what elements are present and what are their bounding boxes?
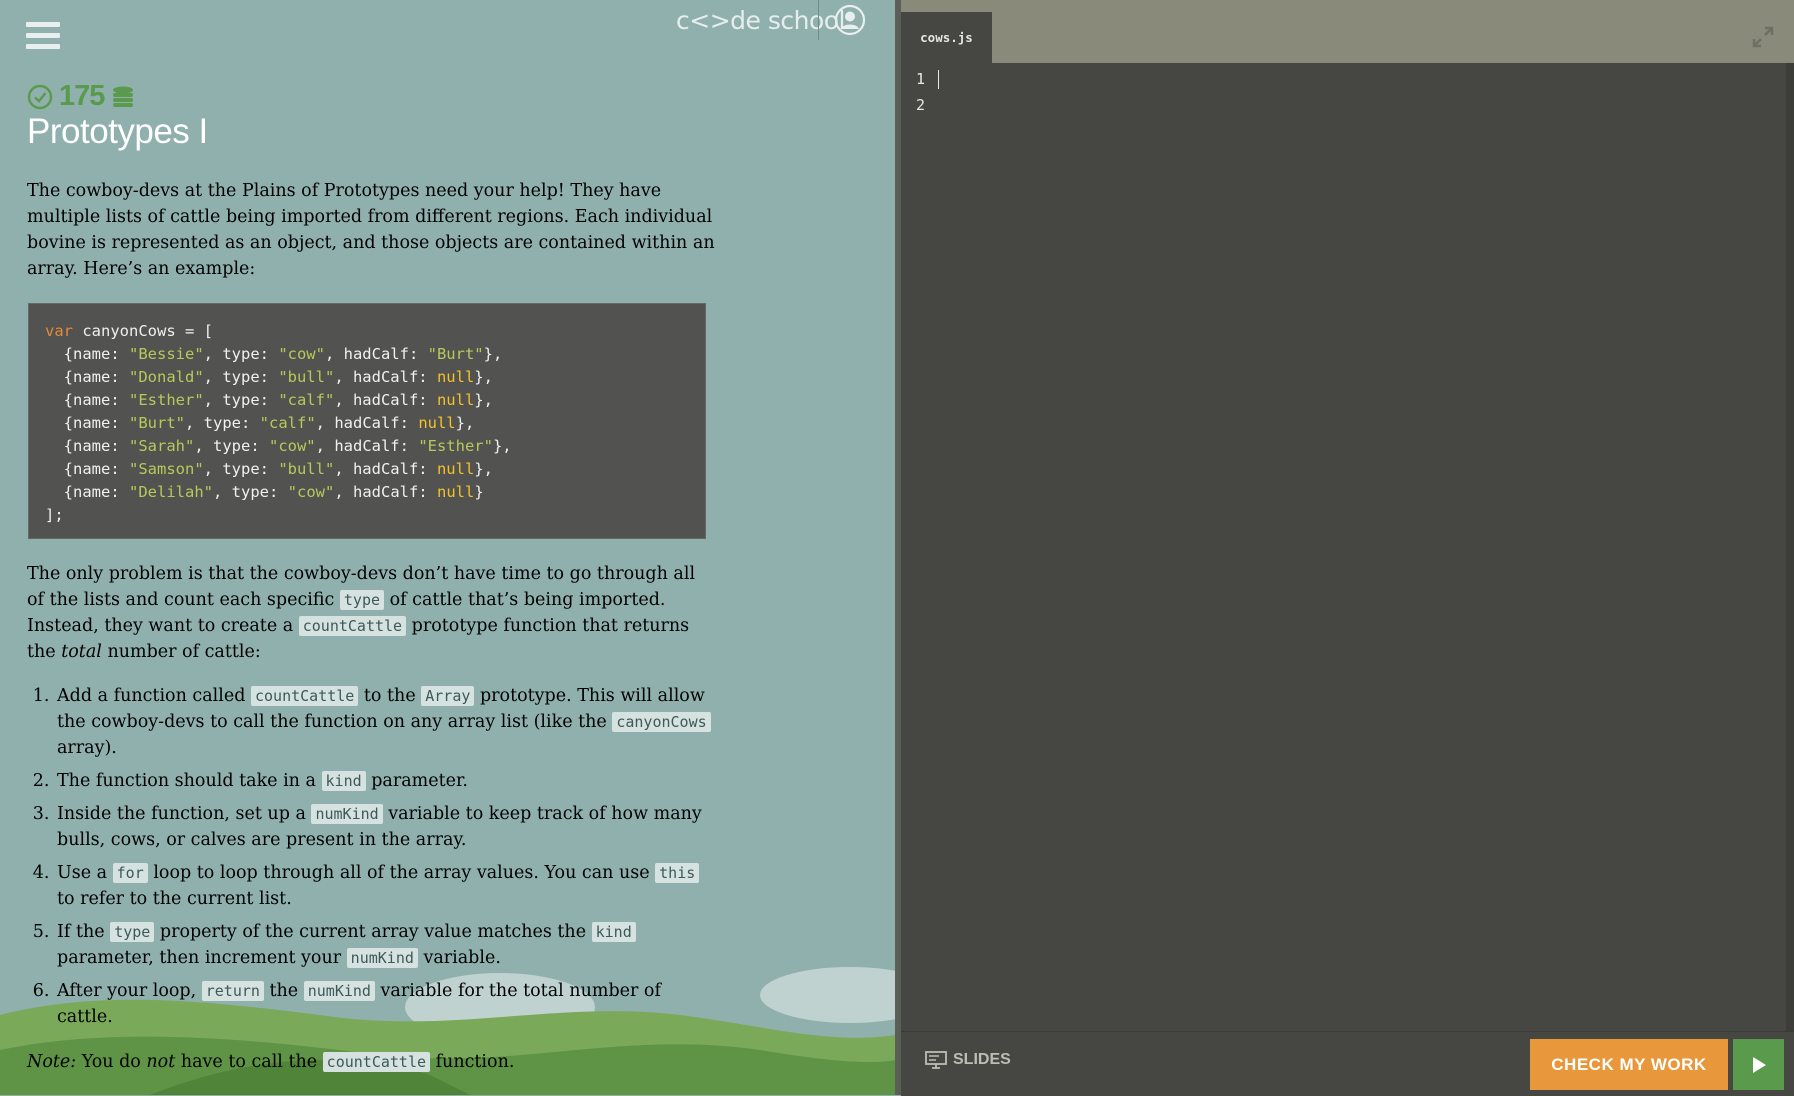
instruction-steps: Add a function called countCattle to the… bbox=[27, 683, 717, 1037]
inline-code: numKind bbox=[303, 981, 375, 1001]
text-caret bbox=[938, 70, 939, 89]
inline-code: numKind bbox=[346, 948, 418, 968]
emphasis: total bbox=[61, 642, 102, 662]
lesson-title: Prototypes I bbox=[27, 112, 208, 151]
inline-code: return bbox=[201, 981, 264, 1001]
code-null: null bbox=[436, 391, 475, 409]
inline-code: type bbox=[339, 590, 385, 610]
editor-footer: SLIDES CHECK MY WORK bbox=[901, 1031, 1794, 1096]
line-number: 1 bbox=[916, 70, 926, 88]
code-string: "Delilah" bbox=[129, 483, 213, 501]
inline-code: type bbox=[110, 922, 155, 942]
inline-code: kind bbox=[321, 771, 366, 791]
code-string: "Sarah" bbox=[129, 437, 195, 455]
expand-icon[interactable] bbox=[1752, 26, 1774, 48]
inline-code: countCattle bbox=[298, 616, 407, 636]
inline-code: numKind bbox=[311, 804, 383, 824]
code-string: "Burt" bbox=[129, 414, 185, 432]
code-string: "Bessie" bbox=[129, 345, 204, 363]
code-null: null bbox=[436, 483, 475, 501]
code-string: "Samson" bbox=[129, 460, 204, 478]
code-sample: var canyonCows = [ {name: "Bessie", type… bbox=[28, 303, 706, 539]
inline-code: kind bbox=[591, 922, 636, 942]
editor-tabbar: cows.js bbox=[901, 0, 1794, 63]
code-null: null bbox=[418, 414, 456, 432]
code-string: "Donald" bbox=[129, 368, 204, 386]
run-button[interactable] bbox=[1733, 1039, 1784, 1090]
play-icon bbox=[1752, 1056, 1766, 1073]
menu-icon[interactable] bbox=[26, 22, 60, 52]
code-string: "calf" bbox=[259, 414, 316, 432]
emphasis: Note: bbox=[27, 1052, 77, 1072]
instruction-step: If the type property of the current arra… bbox=[55, 919, 717, 971]
slides-button[interactable]: SLIDES bbox=[925, 1051, 1011, 1069]
profile-icon[interactable] bbox=[834, 4, 866, 36]
editor-panel: cows.js 12 SLIDES CHECK MY WORK bbox=[901, 0, 1794, 1096]
inline-code: canyonCows bbox=[612, 712, 711, 732]
instruction-step: The function should take in a kind param… bbox=[55, 768, 717, 794]
code-string: "cow" bbox=[278, 345, 325, 363]
tab-cows-js[interactable]: cows.js bbox=[901, 12, 992, 63]
code-string: "bull" bbox=[278, 460, 335, 478]
code-null: null bbox=[436, 460, 475, 478]
code-string: "calf" bbox=[278, 391, 335, 409]
slides-label: SLIDES bbox=[953, 1051, 1011, 1068]
code-keyword: var bbox=[45, 322, 73, 340]
points-display: 175 bbox=[27, 80, 136, 113]
instructions-panel: c<>de school 175 Prototypes I The cowboy… bbox=[0, 0, 895, 1095]
coins-icon bbox=[113, 86, 134, 107]
inline-code: countCattle bbox=[250, 686, 359, 706]
lesson-paragraph: The only problem is that the cowboy-devs… bbox=[27, 564, 696, 662]
code-string: "cow" bbox=[287, 483, 335, 501]
header-divider bbox=[818, 0, 819, 40]
code-editor[interactable]: 12 bbox=[901, 63, 1794, 1031]
code-string: "Burt" bbox=[427, 345, 484, 363]
check-circle-icon bbox=[27, 84, 53, 109]
code-string: "Esther" bbox=[418, 437, 493, 455]
emphasis: not bbox=[146, 1052, 176, 1072]
instruction-step: Add a function called countCattle to the… bbox=[55, 683, 717, 761]
points-count: 175 bbox=[59, 80, 105, 112]
inline-code: countCattle bbox=[322, 1052, 431, 1072]
check-my-work-button[interactable]: CHECK MY WORK bbox=[1530, 1039, 1728, 1090]
code-string: "Esther" bbox=[129, 391, 204, 409]
lesson-note: Note: You do not have to call the countC… bbox=[27, 1052, 515, 1072]
inline-code: Array bbox=[421, 686, 475, 706]
inline-code: for bbox=[112, 863, 148, 883]
code-school-logo[interactable]: c<>de school bbox=[676, 6, 846, 35]
editor-scrollbar[interactable] bbox=[1786, 63, 1794, 1031]
instruction-step: Inside the function, set up a numKind va… bbox=[55, 801, 717, 853]
instruction-step: Use a for loop to loop through all of th… bbox=[55, 860, 717, 912]
code-null: null bbox=[436, 368, 475, 386]
code-string: "bull" bbox=[278, 368, 335, 386]
code-sample-text: var canyonCows = [ {name: "Bessie", type… bbox=[45, 322, 512, 524]
lesson-intro: The cowboy-devs at the Plains of Prototy… bbox=[27, 181, 715, 279]
code-string: "cow" bbox=[268, 437, 316, 455]
instruction-step: After your loop, return the numKind vari… bbox=[55, 978, 717, 1030]
inline-code: this bbox=[655, 863, 700, 883]
line-number: 2 bbox=[916, 96, 926, 114]
slides-icon bbox=[925, 1051, 947, 1069]
